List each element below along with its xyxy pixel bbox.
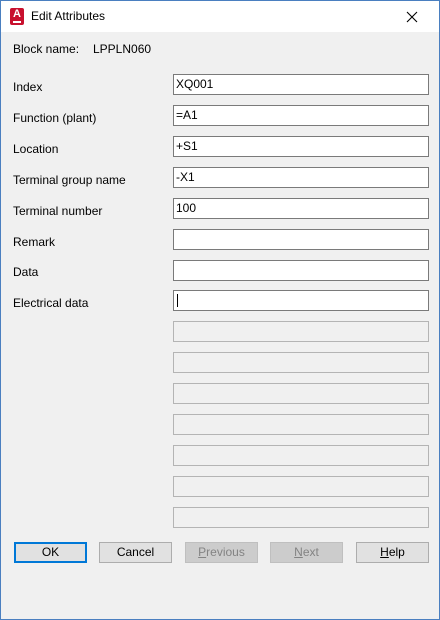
close-icon xyxy=(406,11,418,22)
next-label: ext xyxy=(302,545,319,559)
block-name-label: Block name: xyxy=(13,42,80,56)
empty-attribute-field xyxy=(173,414,429,435)
empty-attribute-field xyxy=(173,445,429,466)
edit-attributes-dialog: A Edit Attributes Block name: LPPLN060 I… xyxy=(0,0,440,620)
index-field[interactable]: XQ001 xyxy=(173,74,429,95)
attribute-label-location: Location xyxy=(13,142,59,156)
dialog-title: Edit Attributes xyxy=(31,9,106,23)
terminal-number-field[interactable]: 100 xyxy=(173,198,429,219)
title-bar[interactable]: A Edit Attributes xyxy=(1,1,439,32)
text-caret xyxy=(177,294,178,307)
next-mnemonic: N xyxy=(294,545,303,559)
block-name-value: LPPLN060 xyxy=(93,42,152,56)
next-button[interactable]: Next xyxy=(270,542,343,563)
ok-button[interactable]: OK xyxy=(14,542,87,563)
dialog-body: Block name: LPPLN060 Index XQ001 Functio… xyxy=(1,32,439,619)
remark-field[interactable] xyxy=(173,229,429,250)
help-label: elp xyxy=(388,545,405,559)
attribute-label-data: Data xyxy=(13,265,39,279)
help-button[interactable]: Help xyxy=(356,542,429,563)
previous-button[interactable]: Previous xyxy=(185,542,258,563)
attribute-label-function: Function (plant) xyxy=(13,111,97,125)
autocad-a-icon: A xyxy=(10,8,24,25)
cancel-button[interactable]: Cancel xyxy=(99,542,172,563)
function-field[interactable]: =A1 xyxy=(173,105,429,126)
previous-label: revious xyxy=(206,545,245,559)
attribute-label-terminal-number: Terminal number xyxy=(13,204,103,218)
help-mnemonic: H xyxy=(380,545,389,559)
electrical-data-field[interactable] xyxy=(173,290,429,311)
empty-attribute-field xyxy=(173,321,429,342)
location-field[interactable]: +S1 xyxy=(173,136,429,157)
empty-attribute-field xyxy=(173,476,429,497)
previous-mnemonic: P xyxy=(198,545,207,559)
attribute-label-remark: Remark xyxy=(13,235,56,249)
attribute-label-index: Index xyxy=(13,80,43,94)
terminal-group-field[interactable]: -X1 xyxy=(173,167,429,188)
empty-attribute-field xyxy=(173,383,429,404)
close-button[interactable] xyxy=(385,1,439,32)
empty-attribute-field xyxy=(173,352,429,373)
attribute-label-electrical-data: Electrical data xyxy=(13,296,89,310)
empty-attribute-field xyxy=(173,507,429,528)
attribute-label-terminal-group: Terminal group name xyxy=(13,173,126,187)
data-field[interactable] xyxy=(173,260,429,281)
